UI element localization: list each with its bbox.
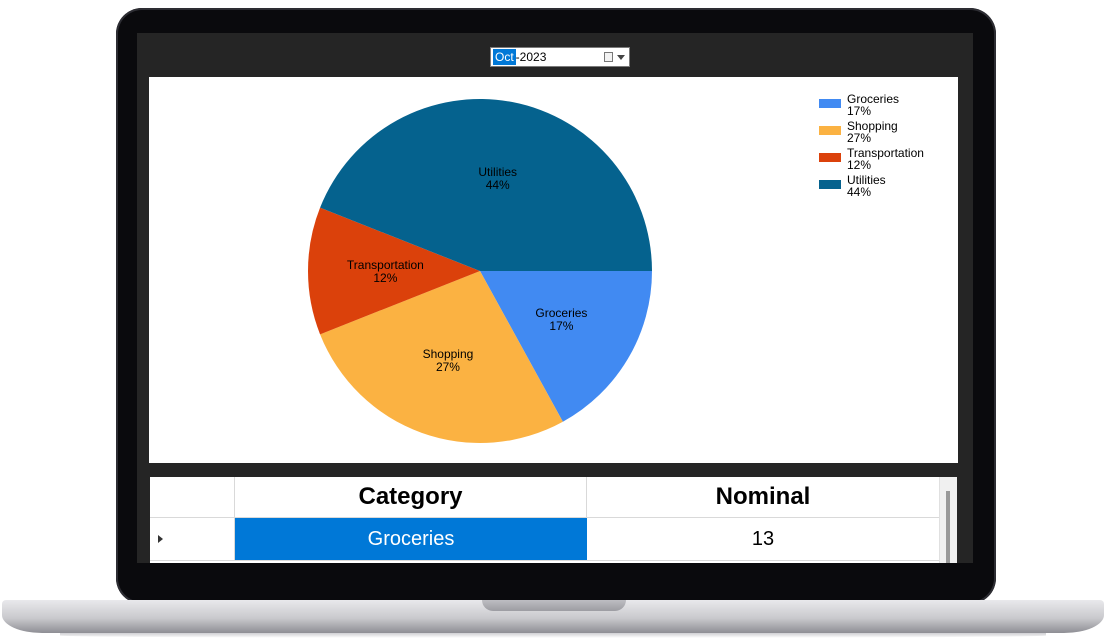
slice-label-transportation: Transportation: [347, 258, 424, 272]
legend-item-utilities: Utilities 44%: [819, 174, 924, 201]
cell-category[interactable]: Groceries: [235, 518, 587, 560]
column-header-category[interactable]: Category: [235, 477, 587, 517]
pie-chart-panel: Groceries 17% Shopping 27% Transportation 12%…: [149, 77, 958, 463]
slice-label-shopping: Shopping: [423, 347, 474, 361]
slice-label-utilities: Utilities: [478, 165, 517, 179]
legend-item-transportation: Transportation 12%: [819, 147, 924, 174]
scrollbar-thumb[interactable]: [946, 491, 950, 563]
dropdown-arrow-icon[interactable]: [617, 55, 625, 60]
slice-percent-utilities: 44%: [486, 178, 510, 192]
legend-item-shopping: Shopping 27%: [819, 120, 924, 147]
grid-header: Category Nominal: [150, 477, 940, 518]
app-window: Oct -2023 Groceries 17% Shopping 27% Transpo…: [137, 33, 973, 563]
legend-label: Utilities 44%: [847, 173, 886, 199]
cell-nominal[interactable]: 13: [587, 518, 940, 560]
legend-label: Shopping 27%: [847, 119, 898, 145]
legend-label: Transportation 12%: [847, 146, 924, 172]
slice-percent-groceries: 17%: [549, 319, 573, 333]
row-indicator-icon[interactable]: [150, 518, 235, 560]
data-grid: Category Nominal Groceries 13: [150, 477, 957, 563]
calendar-icon[interactable]: [604, 52, 613, 62]
month-segment[interactable]: Oct: [493, 49, 516, 65]
table-row[interactable]: Groceries 13: [150, 518, 940, 561]
legend-swatch: [819, 126, 841, 135]
legend-swatch: [819, 99, 841, 108]
legend-label: Groceries 17%: [847, 92, 900, 118]
legend-swatch: [819, 153, 841, 162]
year-segment[interactable]: -2023: [516, 50, 547, 64]
laptop-notch: [482, 600, 626, 611]
chart-legend: Groceries 17% Shopping 27% Transportation 12%…: [819, 93, 924, 201]
legend-item-groceries: Groceries 17%: [819, 93, 924, 120]
slice-label-groceries: Groceries: [535, 306, 587, 320]
month-picker[interactable]: Oct -2023: [490, 47, 630, 67]
column-header-nominal[interactable]: Nominal: [587, 477, 940, 517]
vertical-scrollbar[interactable]: [939, 477, 957, 563]
row-header-corner: [150, 477, 235, 517]
laptop-shadow: [60, 633, 1046, 638]
slice-percent-transportation: 12%: [373, 271, 397, 285]
legend-swatch: [819, 180, 841, 189]
slice-percent-shopping: 27%: [436, 360, 460, 374]
